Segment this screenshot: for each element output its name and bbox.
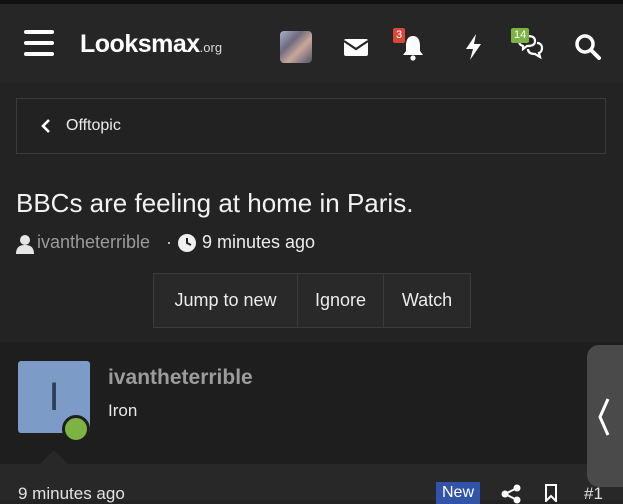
- watch-button[interactable]: Watch: [384, 274, 470, 327]
- user-icon: [16, 235, 34, 254]
- logo-domain-text: .org: [199, 40, 223, 55]
- post: I ivantheterrible Iron 9 minutes ago New…: [0, 342, 623, 504]
- new-badge: New: [436, 482, 481, 504]
- post-time[interactable]: 9 minutes ago: [18, 484, 125, 504]
- message-pointer: [40, 450, 68, 464]
- meta-separator: ·: [166, 232, 172, 252]
- online-indicator: [62, 415, 90, 443]
- jump-to-new-button[interactable]: Jump to new: [154, 274, 298, 327]
- search-icon[interactable]: [573, 32, 603, 62]
- conversations-badge: 14: [511, 28, 530, 43]
- share-icon[interactable]: [500, 484, 522, 504]
- top-navigation-bar: Looksmax.org 3 14: [0, 0, 623, 82]
- thread-time: 9 minutes ago: [202, 232, 316, 252]
- site-logo[interactable]: Looksmax.org: [80, 30, 222, 59]
- chevron-left-icon: [41, 119, 50, 133]
- breadcrumb-label: Offtopic: [66, 117, 121, 134]
- notifications-badge: 3: [393, 28, 406, 43]
- thread-actions: Jump to new Ignore Watch: [153, 273, 471, 328]
- side-drawer-handle[interactable]: [587, 345, 623, 487]
- post-number[interactable]: #1: [584, 484, 603, 504]
- bolt-icon[interactable]: [459, 32, 489, 62]
- bell-icon[interactable]: 3: [393, 28, 428, 62]
- user-avatar[interactable]: [280, 31, 312, 63]
- logo-main-text: Looksmax: [80, 30, 200, 58]
- thread-author-link[interactable]: ivantheterrible: [37, 232, 150, 253]
- chat-bubbles-icon[interactable]: 14: [511, 28, 545, 62]
- post-user-title: Iron: [108, 401, 138, 420]
- post-username[interactable]: ivantheterrible: [108, 366, 253, 390]
- chevron-left-icon: [598, 398, 610, 436]
- post-footer: 9 minutes ago New #1: [0, 464, 623, 504]
- hamburger-icon[interactable]: [24, 30, 54, 58]
- ignore-button[interactable]: Ignore: [298, 274, 384, 327]
- thread-title: BBCs are feeling at home in Paris.: [16, 188, 414, 218]
- clock-icon: [178, 234, 196, 252]
- envelope-icon[interactable]: [341, 32, 371, 62]
- bookmark-icon[interactable]: [544, 484, 558, 502]
- breadcrumb[interactable]: Offtopic: [16, 98, 606, 154]
